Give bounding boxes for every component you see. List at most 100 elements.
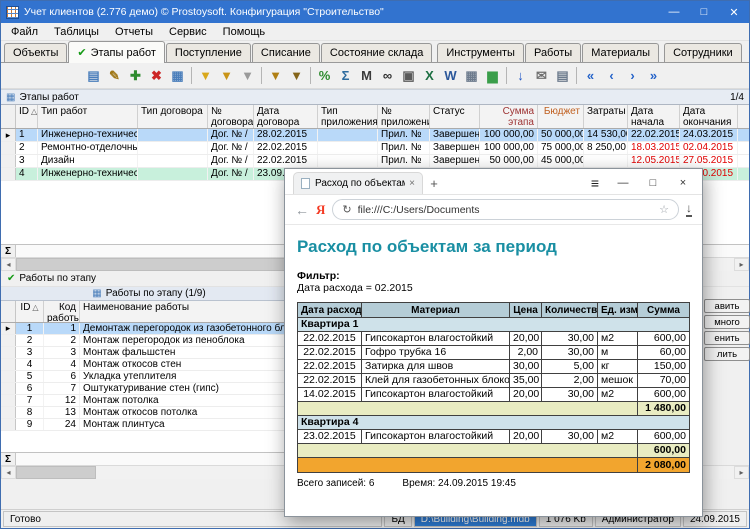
browser-maximize-button[interactable]: □ <box>638 172 668 194</box>
column-header[interactable]: Тип договора <box>138 105 208 128</box>
row-selector[interactable] <box>1 383 16 394</box>
delete-button[interactable]: лить <box>704 347 750 361</box>
row-selector[interactable] <box>1 371 16 382</box>
edit-record-icon[interactable]: ✎ <box>104 65 125 86</box>
nav-prev-icon[interactable]: ‹ <box>601 65 622 86</box>
browser-menu-icon[interactable]: ≡ <box>582 172 608 194</box>
table-row[interactable]: 2Ремонтно-отделочныеДог. № /22.02.2015Пр… <box>1 142 749 155</box>
chart-icon[interactable]: ▆ <box>482 65 503 86</box>
new-tab-button[interactable]: + <box>423 172 445 194</box>
tab-receipt[interactable]: Поступление <box>166 43 251 62</box>
binoculars-icon[interactable]: ∞ <box>377 65 398 86</box>
scroll-right-icon[interactable]: ▸ <box>734 466 749 479</box>
tab-materials[interactable]: Материалы <box>582 43 659 62</box>
nav-first-icon[interactable]: « <box>580 65 601 86</box>
column-header[interactable]: Затраты <box>584 105 628 128</box>
filter-add-icon[interactable]: ▼ <box>265 65 286 86</box>
sum-icon[interactable]: Σ <box>335 65 356 86</box>
form-view-icon[interactable]: ▤ <box>83 65 104 86</box>
row-selector[interactable]: ▸ <box>1 129 16 141</box>
column-header[interactable]: Код работы <box>44 301 80 322</box>
tab-close-icon[interactable]: × <box>409 178 415 189</box>
tree-view-icon[interactable]: ▤ <box>552 65 573 86</box>
filter-clear-icon[interactable]: ▼ <box>237 65 258 86</box>
column-header[interactable]: Дата договора <box>254 105 318 128</box>
column-header[interactable]: Тип работ <box>38 105 138 128</box>
print-icon[interactable]: ▣ <box>398 65 419 86</box>
filter-icon[interactable]: ▼ <box>195 65 216 86</box>
tab-employees[interactable]: Сотрудники <box>664 43 742 62</box>
row-selector[interactable] <box>1 142 16 154</box>
column-header[interactable]: № договора <box>208 105 254 128</box>
column-header[interactable]: Статус <box>430 105 480 128</box>
table-row[interactable]: 33Монтаж фальшстен <box>1 347 297 359</box>
menu-file[interactable]: Файл <box>3 25 46 39</box>
word-export-icon[interactable]: W <box>440 65 461 86</box>
sort-desc-icon[interactable]: ↓ <box>510 65 531 86</box>
scroll-left-icon[interactable]: ◂ <box>1 258 16 271</box>
add-button[interactable]: авить <box>704 299 750 313</box>
excel-export-icon[interactable]: X <box>419 65 440 86</box>
table-row[interactable]: 67Оштукатуривание стен (гипс) <box>1 383 297 395</box>
address-field[interactable]: ↻ file:///C:/Users/Documents ☆ <box>332 199 679 220</box>
menu-tables[interactable]: Таблицы <box>46 25 107 39</box>
column-header[interactable]: ID△ <box>16 105 38 128</box>
row-selector[interactable] <box>1 407 16 418</box>
row-selector[interactable] <box>1 419 16 430</box>
nav-next-icon[interactable]: › <box>622 65 643 86</box>
back-icon[interactable]: ← <box>295 202 309 218</box>
table-row[interactable]: 712Монтаж потолка <box>1 395 297 407</box>
nav-last-icon[interactable]: » <box>643 65 664 86</box>
row-selector[interactable] <box>1 359 16 370</box>
tab-works[interactable]: Работы <box>525 43 581 62</box>
row-selector[interactable]: ▸ <box>1 323 16 334</box>
mail-icon[interactable]: ✉ <box>531 65 552 86</box>
table-row[interactable]: 3ДизайнДог. № /22.02.2015Прил. №Завершен… <box>1 155 749 168</box>
search-icon[interactable]: M <box>356 65 377 86</box>
maxim ize-button[interactable]: □ <box>689 1 719 23</box>
menu-service[interactable]: Сервис <box>161 25 215 39</box>
table-row[interactable]: 22Монтаж перегородок из пеноблока <box>1 335 297 347</box>
table-row[interactable]: 813Монтаж откосов потолка <box>1 407 297 419</box>
table-row[interactable]: 924Монтаж плинтуса <box>1 419 297 431</box>
minimize-button[interactable]: — <box>659 1 689 23</box>
column-header[interactable]: № приложения <box>378 105 430 128</box>
tab-stages[interactable]: ✔Этапы работ <box>68 41 165 63</box>
column-header[interactable]: Тип приложения <box>318 105 378 128</box>
row-selector[interactable] <box>1 168 16 180</box>
column-header[interactable]: Бюджет <box>538 105 584 128</box>
tab-tools[interactable]: Инструменты <box>437 43 524 62</box>
table-row[interactable]: 56Укладка утеплителя <box>1 371 297 383</box>
column-header[interactable]: Наименование работы <box>80 301 297 322</box>
column-header[interactable]: Сумма этапа <box>480 105 538 128</box>
percent-icon[interactable]: % <box>314 65 335 86</box>
scroll-right-icon[interactable]: ▸ <box>734 258 749 271</box>
delete-record-icon[interactable]: ✖ <box>146 65 167 86</box>
browser-minimize-button[interactable]: — <box>608 172 638 194</box>
yandex-logo-icon[interactable]: Я <box>316 202 325 218</box>
menu-reports[interactable]: Отчеты <box>107 25 161 39</box>
column-header[interactable]: Дата окончания <box>680 105 738 128</box>
tab-stock[interactable]: Состояние склада <box>321 43 432 62</box>
tab-writeoff[interactable]: Списание <box>252 43 320 62</box>
row-selector[interactable] <box>1 155 16 167</box>
browser-close-button[interactable]: × <box>668 172 698 194</box>
row-selector[interactable] <box>1 395 16 406</box>
column-header[interactable]: Дата начала <box>628 105 680 128</box>
row-selector[interactable] <box>1 335 16 346</box>
title-bar[interactable]: Учет клиентов (2.776 демо) © Prostoysoft… <box>1 1 749 23</box>
row-selector[interactable] <box>1 347 16 358</box>
table-columns-icon[interactable]: ▦ <box>167 65 188 86</box>
scroll-thumb[interactable] <box>16 466 96 479</box>
add-many-button[interactable]: много <box>704 315 750 329</box>
column-header[interactable]: ID△ <box>16 301 44 322</box>
menu-help[interactable]: Помощь <box>215 25 274 39</box>
filter-edit-icon[interactable]: ▼ <box>216 65 237 86</box>
tab-objects[interactable]: Объекты <box>4 43 67 62</box>
browser-tab[interactable]: Расход по объектам × <box>293 172 423 194</box>
bookmark-star-icon[interactable]: ☆ <box>659 203 669 216</box>
add-record-icon[interactable]: ✚ <box>125 65 146 86</box>
download-icon[interactable]: ↓ <box>686 203 692 217</box>
grid-view-icon[interactable]: ▦ <box>461 65 482 86</box>
filter-remove-icon[interactable]: ▼ <box>286 65 307 86</box>
